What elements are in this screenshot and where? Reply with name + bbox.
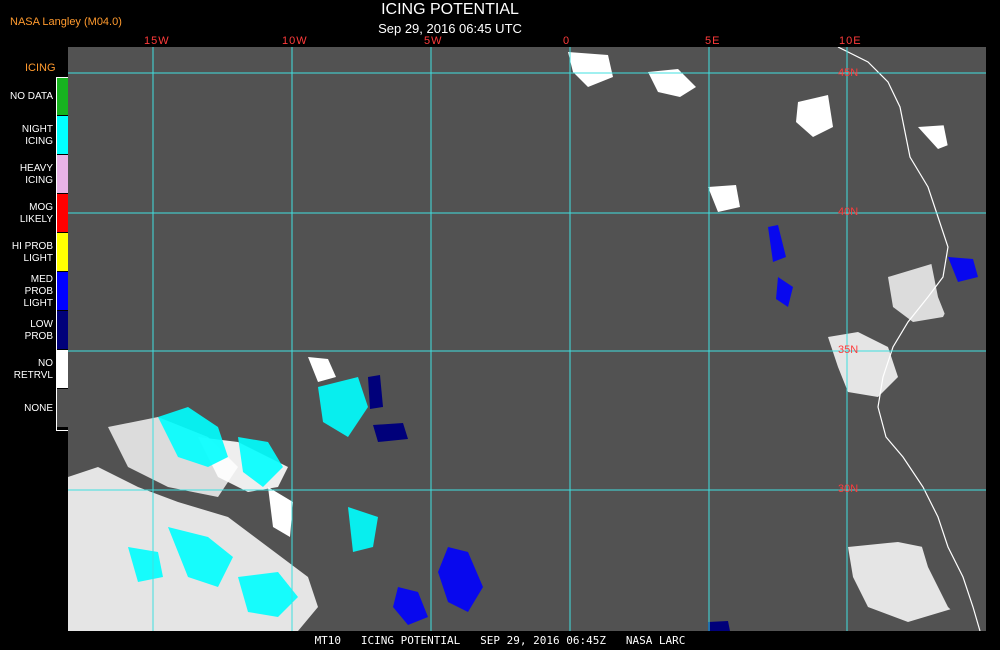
legend-label: NIGHT ICING	[21, 123, 53, 147]
lon-label-15w: 15W	[144, 35, 170, 47]
map-title: ICING POTENTIAL	[381, 1, 519, 18]
lat-label-30n: 30N	[838, 483, 859, 495]
legend-item-no-retrvl: NO RETRVL	[0, 350, 75, 389]
legend-item-no-data: NO DATA	[0, 77, 75, 116]
lon-label-5w: 5W	[424, 35, 443, 47]
footer-caption: MT10 ICING POTENTIAL SEP 29, 2016 06:45Z…	[314, 634, 686, 647]
lat-label-45n: 45N	[838, 67, 859, 79]
map-overlay	[68, 47, 986, 631]
map-timestamp: Sep 29, 2016 06:45 UTC	[378, 21, 522, 36]
legend-item-low-prob: LOW PROB	[0, 311, 75, 350]
legend-item-mog-likely: MOG LIKELY	[0, 194, 75, 233]
legend-label: HI PROB LIGHT	[11, 240, 53, 264]
legend-item-none: NONE	[0, 389, 75, 428]
icing-patches	[68, 47, 986, 631]
lon-label-10e: 10E	[839, 35, 862, 47]
legend-item-hi-prob-light: HI PROB LIGHT	[0, 233, 75, 272]
legend-item-heavy-icing: HEAVY ICING	[0, 155, 75, 194]
lat-label-40n: 40N	[838, 206, 859, 218]
satellite-map[interactable]	[68, 47, 986, 631]
legend-label: HEAVY ICING	[19, 162, 53, 186]
legend-title: ICING	[25, 62, 56, 74]
legend-item-med-prob-light: MED PROB LIGHT	[0, 272, 75, 311]
lon-label-0: 0	[563, 35, 571, 47]
legend-label: NONE	[24, 402, 53, 414]
legend: NO DATA NIGHT ICING HEAVY ICING MOG LIKE…	[0, 77, 75, 431]
lon-label-10w: 10W	[282, 35, 308, 47]
legend-label: NO DATA	[10, 90, 53, 102]
lat-label-35n: 35N	[838, 344, 859, 356]
legend-label: LOW PROB	[24, 318, 53, 342]
legend-label: MOG LIKELY	[19, 201, 53, 225]
legend-label: NO RETRVL	[13, 357, 53, 381]
lon-label-5e: 5E	[705, 35, 721, 47]
legend-item-night-icing: NIGHT ICING	[0, 116, 75, 155]
legend-label: MED PROB LIGHT	[23, 273, 53, 309]
